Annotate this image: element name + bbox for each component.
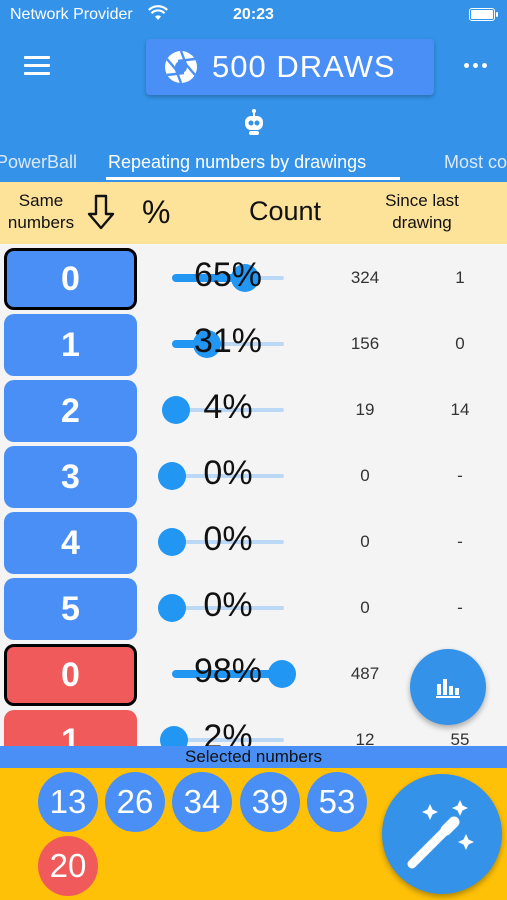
selected-number-ball[interactable]: 34	[172, 772, 232, 832]
since-last-value: -	[457, 532, 463, 551]
percent-slider[interactable]	[160, 726, 284, 746]
selected-number-ball[interactable]: 39	[240, 772, 300, 832]
same-numbers-button[interactable]: 3	[4, 446, 137, 508]
selected-number-ball[interactable]: 20	[38, 836, 98, 896]
list-item: 2 4% 19 14	[0, 376, 507, 442]
list-item: 4 0% 0-	[0, 508, 507, 574]
selected-number-ball[interactable]: 13	[38, 772, 98, 832]
robot-icon	[245, 109, 263, 135]
status-bar: Network Provider 20:23	[0, 0, 507, 30]
tab-most-common[interactable]: Most common	[444, 152, 507, 173]
list-item: 3 0% 0-	[0, 442, 507, 508]
since-last-header[interactable]: Since last drawing	[372, 190, 472, 234]
same-numbers-button[interactable]: 0	[4, 644, 137, 706]
slider-track	[172, 474, 284, 478]
magic-wand-icon	[407, 800, 474, 869]
same-numbers-button[interactable]: 2	[4, 380, 137, 442]
slider-knob[interactable]	[162, 396, 190, 424]
percent-slider[interactable]	[158, 528, 284, 556]
generate-button[interactable]	[382, 774, 502, 894]
since-last-value: -	[457, 466, 463, 485]
slider-knob[interactable]	[268, 660, 296, 688]
percent-slider[interactable]	[158, 462, 284, 490]
same-numbers-button[interactable]: 1	[4, 710, 137, 746]
slider-knob[interactable]	[158, 528, 186, 556]
count-value: 156	[350, 334, 380, 353]
bar-chart-icon	[436, 679, 460, 698]
tab-repeating-numbers[interactable]: Repeating numbers by drawings	[108, 152, 366, 173]
count-value: 487	[350, 664, 380, 683]
chart-button[interactable]	[410, 649, 486, 725]
arrow-down-icon[interactable]	[86, 192, 116, 232]
battery-icon	[469, 8, 498, 21]
percent-slider[interactable]	[162, 396, 284, 424]
app-title: 500 DRAWS	[212, 49, 396, 84]
count-header[interactable]: Count	[249, 196, 321, 227]
count-value: 19	[355, 400, 375, 419]
table-header: Same numbers % Count Since last drawing	[0, 182, 507, 244]
tab-bar: PowerBall Repeating numbers by drawings …	[0, 104, 507, 182]
app-bar: 500 DRAWS	[0, 30, 507, 104]
draws-count-button[interactable]: 500 DRAWS	[146, 39, 434, 95]
percent-header[interactable]: %	[142, 194, 170, 231]
slider-track	[172, 540, 284, 544]
count-value: 324	[350, 268, 380, 287]
slider-track	[172, 738, 284, 742]
selected-number-ball[interactable]: 26	[105, 772, 165, 832]
list-item: 0 65% 324 1	[0, 244, 507, 310]
count-value: 0	[360, 532, 370, 551]
clock: 20:23	[233, 6, 274, 23]
count-value: 0	[360, 598, 370, 617]
active-tab-indicator	[106, 177, 400, 180]
same-numbers-header[interactable]: Same numbers	[6, 190, 76, 234]
percent-slider[interactable]	[158, 594, 284, 622]
since-last-value: 14	[450, 400, 470, 419]
slider-track	[172, 606, 284, 610]
since-last-value: -	[457, 598, 463, 617]
slider-knob[interactable]	[193, 330, 221, 358]
same-numbers-button[interactable]: 1	[4, 314, 137, 376]
slider-knob[interactable]	[158, 594, 186, 622]
more-dots-icon[interactable]	[464, 63, 487, 68]
since-last-value: 55	[450, 730, 470, 746]
selected-number-ball[interactable]: 53	[307, 772, 367, 832]
list-item: 5 0% 0-	[0, 574, 507, 640]
same-numbers-button[interactable]: 4	[4, 512, 137, 574]
percent-slider[interactable]	[172, 660, 296, 688]
selected-numbers-label: Selected numbers	[0, 746, 507, 768]
tab-powerball[interactable]: PowerBall	[0, 152, 77, 173]
aperture-icon	[165, 50, 197, 84]
list-item: 1 31% 156 0	[0, 310, 507, 376]
percent-slider[interactable]	[172, 330, 284, 358]
same-numbers-button[interactable]: 0	[4, 248, 137, 310]
since-last-value: 1	[455, 268, 465, 287]
slider-fill	[172, 670, 282, 678]
hamburger-icon[interactable]	[24, 56, 50, 76]
slider-knob[interactable]	[160, 726, 188, 746]
slider-knob[interactable]	[231, 264, 259, 292]
same-numbers-button[interactable]: 5	[4, 578, 137, 640]
count-value: 12	[355, 730, 375, 746]
since-last-value: 0	[455, 334, 465, 353]
percent-slider[interactable]	[172, 264, 284, 292]
count-value: 0	[360, 466, 370, 485]
slider-knob[interactable]	[158, 462, 186, 490]
